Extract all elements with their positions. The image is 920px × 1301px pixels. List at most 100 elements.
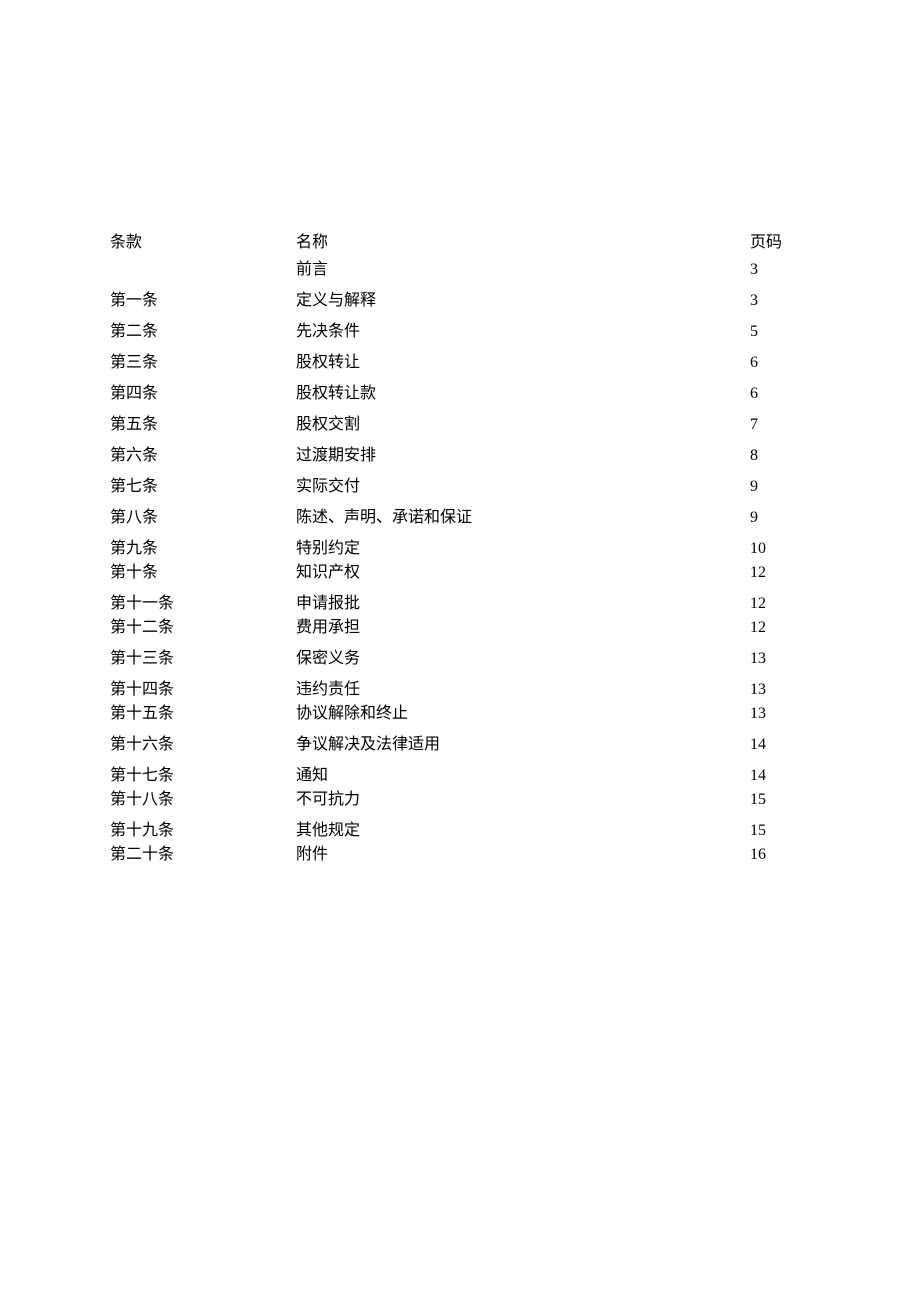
- toc-group: 第十三条保密义务13: [110, 647, 810, 671]
- toc-group: 第九条特别约定10第十条知识产权12: [110, 537, 810, 585]
- toc-group: 第一条定义与解释3: [110, 289, 810, 313]
- toc-name: 通知: [296, 764, 750, 788]
- toc-page: 12: [750, 616, 810, 640]
- toc-article: 第六条: [110, 444, 296, 468]
- toc-row: 第九条特别约定10: [110, 537, 810, 561]
- toc-group: 第二条先决条件5: [110, 320, 810, 344]
- toc-name: 争议解决及法律适用: [296, 733, 750, 757]
- toc-page: 10: [750, 537, 810, 561]
- toc-article: [110, 258, 296, 282]
- toc-name: 协议解除和终止: [296, 702, 750, 726]
- toc-article: 第十条: [110, 561, 296, 585]
- toc-name: 保密义务: [296, 647, 750, 671]
- toc-article: 第九条: [110, 537, 296, 561]
- toc-row: 第二十条附件16: [110, 843, 810, 867]
- toc-name: 股权转让款: [296, 382, 750, 406]
- toc-article: 第二条: [110, 320, 296, 344]
- toc-row: 第十二条费用承担12: [110, 616, 810, 640]
- toc-article: 第十八条: [110, 788, 296, 812]
- toc-name: 先决条件: [296, 320, 750, 344]
- toc-name: 实际交付: [296, 475, 750, 499]
- toc-row: 第十三条保密义务13: [110, 647, 810, 671]
- toc-group: 第十四条违约责任13第十五条协议解除和终止13: [110, 678, 810, 726]
- header-name: 名称: [296, 228, 750, 252]
- toc-group: 第三条股权转让6: [110, 351, 810, 375]
- toc-body: 前言3第一条定义与解释3第二条先决条件5第三条股权转让6第四条股权转让款6第五条…: [110, 258, 810, 867]
- toc-page: 12: [750, 592, 810, 616]
- toc-article: 第十七条: [110, 764, 296, 788]
- toc-page: 8: [750, 444, 810, 468]
- toc-page: 15: [750, 819, 810, 843]
- toc-row: 第十八条不可抗力15: [110, 788, 810, 812]
- toc-group: 前言3: [110, 258, 810, 282]
- toc-group: 第八条陈述、声明、承诺和保证9: [110, 506, 810, 530]
- document-page: 条款 名称 页码 前言3第一条定义与解释3第二条先决条件5第三条股权转让6第四条…: [0, 0, 920, 867]
- toc-name: 不可抗力: [296, 788, 750, 812]
- toc-article: 第十二条: [110, 616, 296, 640]
- toc-article: 第十三条: [110, 647, 296, 671]
- toc-row: 第十九条其他规定15: [110, 819, 810, 843]
- toc-page: 13: [750, 678, 810, 702]
- toc-article: 第十六条: [110, 733, 296, 757]
- toc-article: 第七条: [110, 475, 296, 499]
- toc-group: 第六条过渡期安排8: [110, 444, 810, 468]
- toc-page: 13: [750, 647, 810, 671]
- toc-name: 违约责任: [296, 678, 750, 702]
- toc-row: 第二条先决条件5: [110, 320, 810, 344]
- toc-row: 第十七条通知14: [110, 764, 810, 788]
- toc-page: 9: [750, 475, 810, 499]
- toc-row: 第四条股权转让款6: [110, 382, 810, 406]
- toc-page: 13: [750, 702, 810, 726]
- toc-name: 特别约定: [296, 537, 750, 561]
- toc-row: 第一条定义与解释3: [110, 289, 810, 313]
- toc-row: 第五条股权交割7: [110, 413, 810, 437]
- toc-article: 第三条: [110, 351, 296, 375]
- toc-article: 第五条: [110, 413, 296, 437]
- toc-group: 第十一条申请报批12第十二条费用承担12: [110, 592, 810, 640]
- toc-group: 第十六条争议解决及法律适用14: [110, 733, 810, 757]
- toc-name: 附件: [296, 843, 750, 867]
- toc-row: 第十条知识产权12: [110, 561, 810, 585]
- toc-row: 第七条实际交付9: [110, 475, 810, 499]
- toc-group: 第十七条通知14第十八条不可抗力15: [110, 764, 810, 812]
- toc-group: 第五条股权交割7: [110, 413, 810, 437]
- toc-article: 第十四条: [110, 678, 296, 702]
- toc-group: 第四条股权转让款6: [110, 382, 810, 406]
- toc-row: 第十六条争议解决及法律适用14: [110, 733, 810, 757]
- toc-page: 9: [750, 506, 810, 530]
- toc-page: 7: [750, 413, 810, 437]
- toc-page: 3: [750, 289, 810, 313]
- toc-page: 5: [750, 320, 810, 344]
- toc-article: 第四条: [110, 382, 296, 406]
- toc-page: 3: [750, 258, 810, 282]
- toc-article: 第二十条: [110, 843, 296, 867]
- toc-article: 第一条: [110, 289, 296, 313]
- toc-page: 15: [750, 788, 810, 812]
- toc-row: 第十五条协议解除和终止13: [110, 702, 810, 726]
- toc-name: 股权交割: [296, 413, 750, 437]
- toc-header-row: 条款 名称 页码: [110, 228, 810, 252]
- toc-page: 16: [750, 843, 810, 867]
- toc-article: 第十九条: [110, 819, 296, 843]
- toc-name: 其他规定: [296, 819, 750, 843]
- toc-row: 第三条股权转让6: [110, 351, 810, 375]
- toc-row: 第六条过渡期安排8: [110, 444, 810, 468]
- header-article: 条款: [110, 228, 296, 252]
- toc-row: 第十四条违约责任13: [110, 678, 810, 702]
- toc-name: 费用承担: [296, 616, 750, 640]
- toc-group: 第十九条其他规定15第二十条附件16: [110, 819, 810, 867]
- toc-name: 股权转让: [296, 351, 750, 375]
- toc-page: 14: [750, 764, 810, 788]
- toc-name: 过渡期安排: [296, 444, 750, 468]
- toc-page: 12: [750, 561, 810, 585]
- toc-row: 第八条陈述、声明、承诺和保证9: [110, 506, 810, 530]
- toc-page: 6: [750, 351, 810, 375]
- toc-name: 申请报批: [296, 592, 750, 616]
- toc-name: 知识产权: [296, 561, 750, 585]
- toc-name: 前言: [296, 258, 750, 282]
- toc-article: 第十一条: [110, 592, 296, 616]
- toc-name: 陈述、声明、承诺和保证: [296, 506, 750, 530]
- toc-row: 前言3: [110, 258, 810, 282]
- header-page: 页码: [750, 228, 810, 252]
- toc-row: 第十一条申请报批12: [110, 592, 810, 616]
